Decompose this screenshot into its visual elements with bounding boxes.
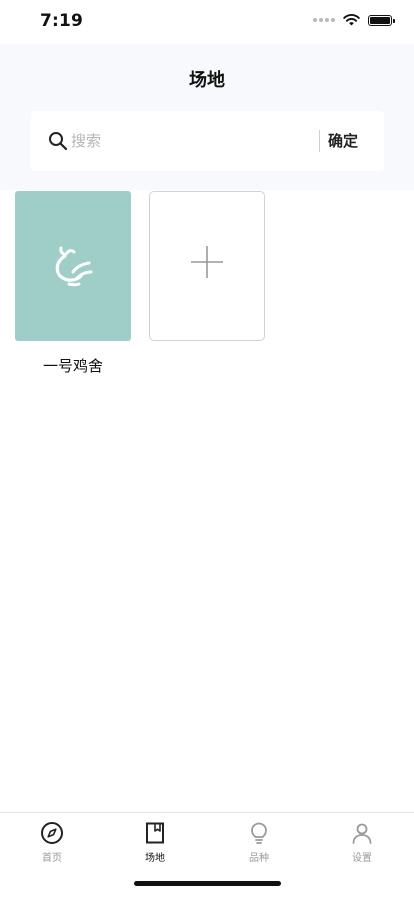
tab-breeds[interactable]: 品种: [229, 821, 289, 864]
add-site-button[interactable]: [149, 191, 265, 341]
battery-icon: [368, 14, 395, 26]
site-name[interactable]: 一号鸡舍: [15, 355, 131, 376]
site-card[interactable]: [15, 191, 131, 341]
status-icons: [313, 14, 395, 26]
search-bar: 确定: [31, 111, 384, 171]
header-area: 场地 确定: [0, 44, 414, 190]
user-icon: [352, 823, 372, 844]
search-divider: [319, 130, 320, 152]
tab-sites[interactable]: 场地: [125, 821, 185, 864]
compass-icon: [41, 822, 63, 844]
lightbulb-icon: [251, 822, 267, 844]
home-indicator: [134, 881, 281, 886]
tab-home[interactable]: 首页: [22, 821, 82, 864]
plus-icon: [191, 246, 223, 278]
wifi-icon: [343, 14, 360, 26]
book-icon: [146, 822, 164, 844]
cellular-signal-icon: [313, 18, 335, 22]
status-time: 7:19: [40, 11, 84, 31]
tab-home-label: 首页: [42, 853, 62, 864]
page-title: 场地: [189, 70, 225, 91]
confirm-button[interactable]: 确定: [328, 130, 358, 151]
tab-settings[interactable]: 设置: [332, 821, 392, 864]
search-input[interactable]: [71, 127, 311, 155]
tab-sites-label: 场地: [145, 853, 165, 864]
tab-settings-label: 设置: [352, 853, 372, 864]
tab-breeds-label: 品种: [249, 853, 269, 864]
rooster-icon: [55, 246, 93, 287]
search-icon: [49, 132, 68, 151]
status-bar: 7:19: [0, 0, 414, 44]
